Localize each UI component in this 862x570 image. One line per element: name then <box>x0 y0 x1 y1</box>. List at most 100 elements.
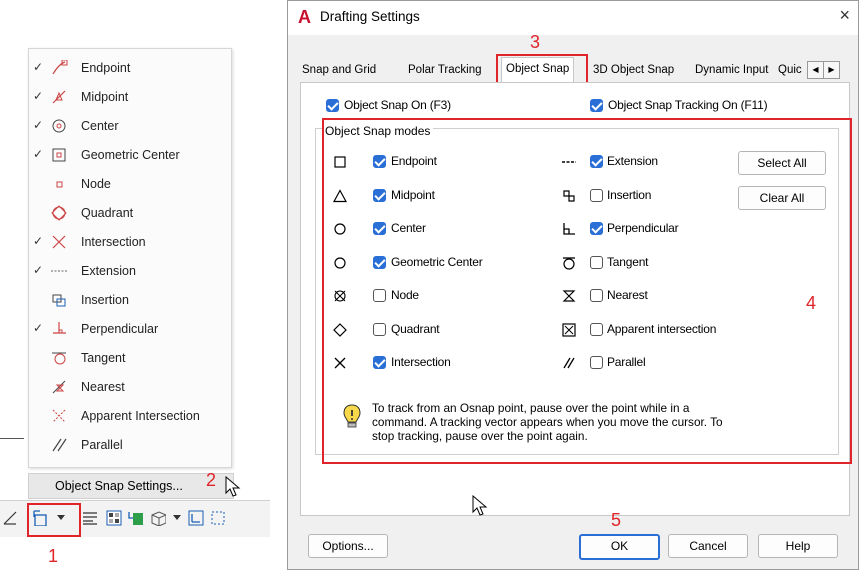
node-icon <box>56 181 63 188</box>
menu-item-label: Insertion <box>81 293 129 307</box>
tab-quick-properties[interactable]: Quic <box>776 60 808 81</box>
menu-item-label: Apparent Intersection <box>81 409 200 423</box>
menu-item-node[interactable]: Node <box>29 173 229 195</box>
midpoint-icon <box>52 90 66 104</box>
midpoint-symbol <box>333 188 347 202</box>
dialog-title: Drafting Settings <box>320 9 420 24</box>
object-snap-tracking-label: Object Snap Tracking On (F11) <box>608 98 768 112</box>
menu-item-quadrant[interactable]: Quadrant <box>29 202 229 224</box>
annotation-2: 2 <box>206 470 217 490</box>
tab-dynamic-input[interactable]: Dynamic Input <box>693 60 771 81</box>
osnap-context-menu: ✓ Endpoint ✓ Midpoint ✓ Center ✓ Geometric Cent… <box>28 48 232 468</box>
endpoint-icon <box>52 60 68 75</box>
nearest-label: Nearest <box>607 288 648 302</box>
midpoint-checkbox[interactable] <box>373 188 386 202</box>
insertion-symbol <box>563 189 575 202</box>
geometric-center-checkbox[interactable] <box>373 255 386 269</box>
ortho-icon[interactable] <box>2 510 18 526</box>
tab-scroll-right-icon[interactable]: ▶ <box>823 61 840 79</box>
nearest-symbol <box>562 290 576 302</box>
intersection-checkbox[interactable] <box>373 356 386 369</box>
autocad-app-icon: A <box>298 7 311 27</box>
menu-item-center[interactable]: ✓ Center <box>29 115 229 137</box>
object-snap-settings-label: Object Snap Settings... <box>55 479 183 493</box>
endpoint-label: Endpoint <box>391 154 437 168</box>
selection-cycling-icon[interactable] <box>128 510 144 526</box>
center-label: Center <box>391 221 426 235</box>
insertion-checkbox[interactable] <box>590 188 603 202</box>
menu-item-label: Parallel <box>81 438 123 452</box>
quadrant-checkbox[interactable] <box>373 322 386 336</box>
transparency-icon[interactable] <box>106 510 122 526</box>
menu-item-geometric-center[interactable]: ✓ Geometric Center <box>29 144 229 166</box>
nearest-checkbox[interactable] <box>590 289 603 302</box>
object-snap-tracking-checkbox[interactable] <box>590 99 603 112</box>
menu-item-midpoint[interactable]: ✓ Midpoint <box>29 86 229 108</box>
dialog-mouse-cursor-icon <box>472 495 488 516</box>
menu-item-tangent[interactable]: Tangent <box>29 347 229 369</box>
center-symbol <box>334 223 346 235</box>
checkmark-icon: ✓ <box>33 263 44 277</box>
perpendicular-checkbox[interactable] <box>590 222 603 235</box>
apparent-intersection-icon <box>52 409 66 423</box>
checkmark-icon: ✓ <box>33 89 44 103</box>
center-checkbox[interactable] <box>373 222 386 235</box>
close-icon[interactable]: × <box>839 5 850 26</box>
checkmark-icon: ✓ <box>33 321 44 335</box>
ok-button[interactable]: OK <box>579 534 660 560</box>
menu-item-perpendicular[interactable]: ✓ Perpendicular <box>29 318 229 340</box>
geometric-center-icon <box>52 148 66 162</box>
menu-item-label: Quadrant <box>81 206 134 220</box>
tab-scroll-left-icon[interactable]: ◀ <box>807 61 824 79</box>
extension-checkbox[interactable] <box>590 155 603 168</box>
gizmo-icon[interactable] <box>210 510 226 526</box>
menu-item-endpoint[interactable]: ✓ Endpoint <box>29 57 229 79</box>
help-button[interactable]: Help <box>758 534 838 558</box>
geometric-center-symbol <box>334 256 346 269</box>
quadrant-icon <box>51 205 67 221</box>
parallel-label: Parallel <box>607 355 646 369</box>
apparent-intersection-checkbox[interactable] <box>590 322 603 336</box>
lineweight-icon[interactable] <box>82 510 98 526</box>
insertion-icon <box>52 294 66 307</box>
menu-item-parallel[interactable]: Parallel <box>29 434 229 456</box>
3d-object-snap-icon[interactable] <box>150 510 166 526</box>
options-button[interactable]: Options... <box>308 534 388 558</box>
menu-item-insertion[interactable]: Insertion <box>29 289 229 311</box>
tab-3d-object-snap[interactable]: 3D Object Snap <box>591 60 676 81</box>
node-label: Node <box>391 288 419 302</box>
3d-snap-dropdown-arrow-icon[interactable] <box>172 514 188 530</box>
tangent-checkbox[interactable] <box>590 255 603 269</box>
intersection-label: Intersection <box>391 355 451 369</box>
mouse-cursor-icon <box>225 476 241 497</box>
center-icon <box>52 119 66 133</box>
menu-item-apparent-intersection[interactable]: Apparent Intersection <box>29 405 229 427</box>
tangent-icon <box>52 352 66 365</box>
nearest-icon <box>52 380 66 394</box>
menu-item-label: Center <box>81 119 119 133</box>
menu-item-label: Geometric Center <box>81 148 180 162</box>
menu-item-nearest[interactable]: Nearest <box>29 376 229 398</box>
perpendicular-label: Perpendicular <box>607 221 679 235</box>
menu-item-extension[interactable]: ✓ Extension <box>29 260 229 282</box>
object-snap-settings-item[interactable]: Object Snap Settings... <box>28 473 234 499</box>
menu-item-label: Node <box>81 177 111 191</box>
cancel-button[interactable]: Cancel <box>668 534 748 558</box>
endpoint-checkbox[interactable] <box>373 155 386 168</box>
annotation-4: 4 <box>806 293 817 313</box>
ucs-icon[interactable] <box>188 510 204 526</box>
object-snap-on-label: Object Snap On (F3) <box>344 98 451 112</box>
tab-snap-and-grid[interactable]: Snap and Grid <box>300 60 378 81</box>
tangent-label: Tangent <box>607 254 649 269</box>
tab-polar-tracking[interactable]: Polar Tracking <box>406 60 484 81</box>
node-checkbox[interactable] <box>373 289 386 302</box>
object-snap-on-checkbox[interactable] <box>326 99 339 112</box>
extension-label: Extension <box>607 154 658 168</box>
parallel-checkbox[interactable] <box>590 356 603 369</box>
menu-item-label: Nearest <box>81 380 125 394</box>
menu-item-intersection[interactable]: ✓ Intersection <box>29 231 229 253</box>
geometric-center-label: Geometric Center <box>391 254 483 269</box>
parallel-icon <box>52 438 67 452</box>
menu-item-label: Perpendicular <box>81 322 159 336</box>
intersection-symbol <box>334 357 346 369</box>
